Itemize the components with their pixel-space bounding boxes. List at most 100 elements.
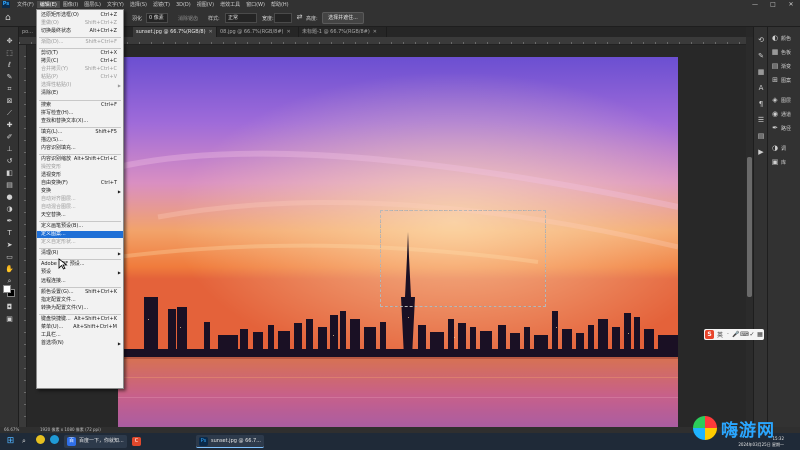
move-tool-icon[interactable]: ✥	[3, 37, 16, 46]
menu-file[interactable]: 文件(F)	[14, 1, 37, 8]
vertical-scrollbar[interactable]	[746, 37, 753, 427]
edit-menu-item[interactable]: 键盘快捷键... Alt+Shift+Ctrl+K	[37, 316, 123, 323]
edit-menu-item[interactable]: 清除(E)	[37, 90, 123, 97]
panel-paths[interactable]: ✒ 路径	[771, 123, 791, 133]
swatches-small-icon[interactable]: ▦	[756, 67, 766, 77]
healing-tool-icon[interactable]: ✚	[3, 121, 16, 130]
menu-edit[interactable]: 编辑(E)	[36, 1, 60, 8]
panel-layers[interactable]: ◈ 图层	[771, 95, 791, 105]
panel-libraries[interactable]: ▣ 库	[771, 157, 786, 167]
edit-menu-item[interactable]: 还原矩形选框(O) Ctrl+Z	[37, 12, 123, 19]
sunset-image[interactable]	[118, 57, 678, 450]
tab-untitled[interactable]: 未标题-1 @ 66.7%(RGB/8#) ✕	[299, 27, 387, 37]
edit-menu-item[interactable]: 切换最终状态 Alt+Ctrl+Z	[37, 28, 123, 35]
edit-menu-item[interactable]: 定义画笔预设(B)...	[37, 223, 123, 230]
chrome-icon[interactable]	[36, 435, 48, 448]
edit-menu-item[interactable]: 菜单(U)... Alt+Shift+Ctrl+M	[37, 324, 123, 331]
edit-menu-item[interactable]: 变换 ▶	[37, 188, 123, 195]
history-icon[interactable]: ⟲	[756, 35, 766, 45]
dodge-tool-icon[interactable]: ◑	[3, 205, 16, 214]
panel-patterns[interactable]: ⊞ 图案	[771, 75, 791, 85]
menu-plugins[interactable]: 增效工具	[217, 1, 243, 8]
quick-mask-icon[interactable]: ◘	[3, 303, 16, 312]
panel-color[interactable]: ◐ 颜色	[771, 33, 791, 43]
edge-icon[interactable]	[50, 435, 62, 448]
menu-image[interactable]: 图像(I)	[60, 1, 81, 8]
eyedropper-tool-icon[interactable]: ⟋	[3, 109, 16, 118]
marquee-tool-icon[interactable]: ⬚	[3, 49, 16, 58]
antialias-checkbox[interactable]: 消除锯齿	[178, 15, 198, 22]
edit-menu-item[interactable]: 拷贝(C) Ctrl+C	[37, 58, 123, 65]
swap-icon[interactable]: ⇄	[295, 13, 304, 22]
edit-menu-item[interactable]: 描边(S)...	[37, 137, 123, 144]
crop-tool-icon[interactable]: ⌗	[3, 85, 16, 94]
home-icon[interactable]: ⌂	[5, 13, 15, 23]
gradient-tool-icon[interactable]: ▤	[3, 181, 16, 190]
tab-sunset[interactable]: sunset.jpg @ 66.7%(RGB/8) ✕	[133, 27, 217, 37]
type-tool-icon[interactable]: T	[3, 229, 16, 238]
edit-menu-item[interactable]: 定义图案...	[37, 231, 123, 239]
menu-type[interactable]: 文字(Y)	[104, 1, 127, 8]
edit-menu-item[interactable]: 内容识别缩放 Alt+Shift+Ctrl+C	[37, 156, 123, 163]
edit-menu-item[interactable]: 预设 ▶	[37, 269, 123, 276]
menu-window[interactable]: 窗口(W)	[243, 1, 268, 8]
edit-menu-item[interactable]: 转换为配置文件(V)...	[37, 305, 123, 312]
close-tab-icon[interactable]: ✕	[287, 29, 291, 35]
edit-menu-item[interactable]: 查找和替换文本(X)...	[37, 118, 123, 125]
lasso-tool-icon[interactable]: ℓ	[3, 61, 16, 70]
sogou-ime-icon[interactable]: S	[705, 330, 714, 339]
panel-gradients[interactable]: ▤ 渐变	[771, 61, 791, 71]
edit-menu-item[interactable]: 透视变形	[37, 172, 123, 179]
maximize-icon[interactable]: □	[764, 0, 782, 9]
edit-menu-item[interactable]: 自由变换(F) Ctrl+T	[37, 180, 123, 187]
grid-icon[interactable]: ▦	[756, 331, 764, 338]
app-icon[interactable]: C	[132, 435, 144, 448]
menu-view[interactable]: 视图(V)	[194, 1, 217, 8]
canvas-area[interactable]	[27, 45, 746, 450]
search-icon[interactable]: ⌕	[22, 435, 26, 448]
menu-filter[interactable]: 滤镜(T)	[150, 1, 173, 8]
properties-icon[interactable]: ☰	[756, 115, 766, 125]
rectangle-tool-icon[interactable]: ▭	[3, 253, 16, 262]
keyboard-icon[interactable]: ⌨	[740, 331, 749, 338]
edit-menu-item[interactable]: 首选项(N) ▶	[37, 340, 123, 347]
close-icon[interactable]: ✕	[782, 0, 800, 9]
blur-tool-icon[interactable]: ●	[3, 193, 16, 202]
stamp-tool-icon[interactable]: ⊥	[3, 145, 16, 154]
quick-select-tool-icon[interactable]: ✎	[3, 73, 16, 82]
character-icon[interactable]: A	[756, 83, 766, 93]
path-select-tool-icon[interactable]: ➤	[3, 241, 16, 250]
edit-menu-item[interactable]: 内容识别填充...	[37, 145, 123, 152]
taskbar-photoshop-button[interactable]: Ps sunset.jpg @ 66.7...	[196, 435, 264, 448]
microphone-icon[interactable]: 🎤	[732, 331, 740, 338]
edit-menu-item[interactable]: Adobe PDF 预设...	[37, 261, 123, 268]
marquee-selection[interactable]	[380, 210, 546, 307]
paragraph-icon[interactable]: ¶	[756, 99, 766, 109]
brush-settings-icon[interactable]: ✎	[756, 51, 766, 61]
menu-3d[interactable]: 3D(D)	[173, 2, 194, 8]
edit-menu-item[interactable]: 天空替换...	[37, 212, 123, 219]
edit-menu-item[interactable]: 指定配置文件...	[37, 297, 123, 304]
edit-menu-item[interactable]: 拼写检查(H)...	[37, 110, 123, 117]
menu-help[interactable]: 帮助(H)	[268, 1, 292, 8]
edit-menu-item[interactable]: 颜色设置(G)... Shift+Ctrl+K	[37, 289, 123, 296]
scrollbar-thumb[interactable]	[747, 157, 752, 297]
close-tab-icon[interactable]: ✕	[373, 29, 377, 35]
minimize-icon[interactable]: —	[746, 0, 764, 9]
edit-menu-item[interactable]: 工具栏...	[37, 332, 123, 339]
screen-mode-icon[interactable]: ▣	[3, 315, 16, 324]
punctuation-icon[interactable]: ·	[724, 331, 732, 338]
brush-tool-icon[interactable]: ✐	[3, 133, 16, 142]
eraser-tool-icon[interactable]: ◧	[3, 169, 16, 178]
frame-tool-icon[interactable]: ⊠	[3, 97, 16, 106]
select-and-mask-button[interactable]: 选择并遮住...	[322, 12, 364, 24]
edit-menu-item[interactable]: 搜索 Ctrl+F	[37, 102, 123, 109]
vertical-ruler[interactable]	[19, 45, 27, 427]
horizontal-ruler[interactable]	[19, 37, 746, 45]
panel-channels[interactable]: ◉ 通道	[771, 109, 791, 119]
feather-input[interactable]: 0 像素	[146, 13, 168, 23]
panel-adjustments[interactable]: ◑ 调	[771, 143, 786, 153]
edit-menu-item[interactable]: 剪切(T) Ctrl+X	[37, 50, 123, 57]
close-tab-icon[interactable]: ✕	[209, 29, 213, 35]
width-input[interactable]	[274, 13, 292, 23]
